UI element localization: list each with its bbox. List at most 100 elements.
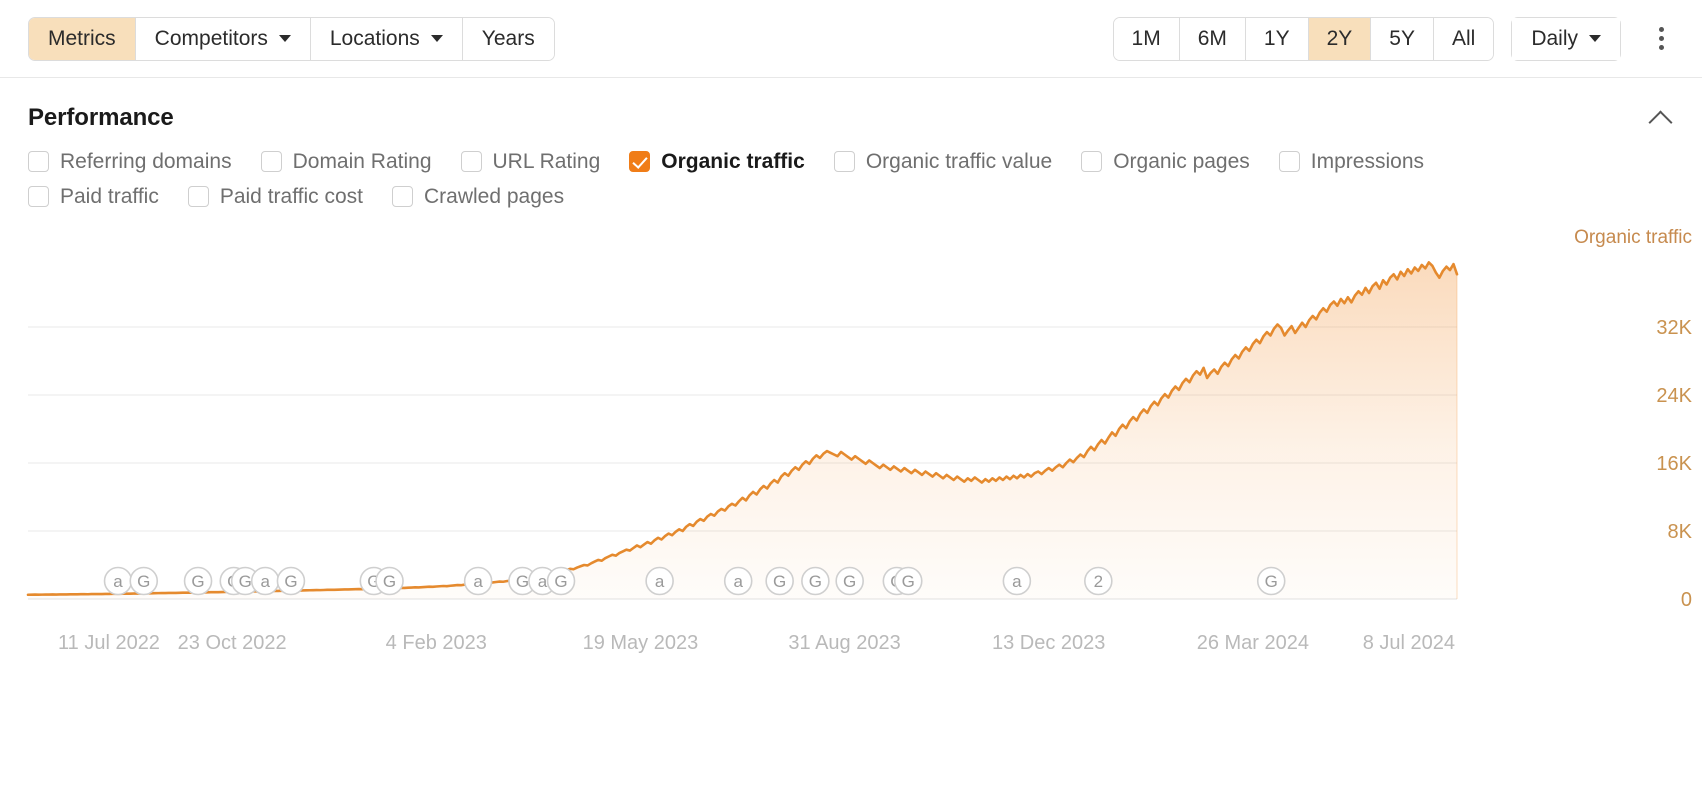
kebab-dot [1659,27,1664,32]
metric-toggle-organic-pages[interactable]: Organic pages [1081,151,1250,172]
metric-label: Organic pages [1113,151,1250,172]
chart-axis-title: Organic traffic [1574,227,1692,248]
event-marker-G[interactable]: G [548,568,575,595]
range-label: 6M [1198,28,1227,49]
tab-label: Locations [330,28,420,49]
checkbox-icon[interactable] [188,186,209,207]
metric-toggle-referring-domains[interactable]: Referring domains [28,151,232,172]
event-marker-glyph: G [239,572,252,591]
event-marker-glyph: 2 [1094,572,1103,591]
metric-label: Domain Rating [293,151,432,172]
event-marker-glyph: G [554,572,567,591]
range-label: 1M [1132,28,1161,49]
metric-toggles: Referring domains Domain Rating URL Rating… [0,132,1702,207]
event-marker-a[interactable]: a [105,568,132,595]
event-marker-G[interactable]: G [277,568,304,595]
event-marker-glyph: G [1265,572,1278,591]
range-label: 5Y [1389,28,1415,49]
event-marker-glyph: a [260,572,270,591]
range-all[interactable]: All [1434,18,1493,60]
event-marker-G[interactable]: G [376,568,403,595]
event-marker-G[interactable]: G [802,568,829,595]
range-label: All [1452,28,1475,49]
range-label: 2Y [1327,28,1353,49]
metric-toggle-crawled-pages[interactable]: Crawled pages [392,186,564,207]
event-marker-a[interactable]: a [465,568,492,595]
event-marker-G[interactable]: G [130,568,157,595]
event-marker-G[interactable]: G [895,568,922,595]
metric-toggle-domain-rating[interactable]: Domain Rating [261,151,432,172]
event-marker-a[interactable]: a [252,568,279,595]
checkbox-icon[interactable] [28,151,49,172]
x-axis-tick-label: 13 Dec 2023 [992,632,1105,654]
chevron-up-icon[interactable] [1650,107,1672,129]
event-marker-G[interactable]: G [1258,568,1285,595]
toolbar-right-controls: 1M 6M 1Y 2Y 5Y All Daily [1113,17,1678,61]
kebab-dot [1659,36,1664,41]
granularity-button[interactable]: Daily [1512,18,1620,60]
chevron-down-icon [431,35,443,42]
event-marker-glyph: G [284,572,297,591]
range-6m[interactable]: 6M [1180,18,1246,60]
event-marker-2[interactable]: 2 [1085,568,1112,595]
tab-metrics[interactable]: Metrics [29,18,136,60]
event-marker-a[interactable]: a [725,568,752,595]
tab-locations[interactable]: Locations [311,18,463,60]
x-axis-tick-label: 8 Jul 2024 [1363,632,1455,654]
event-marker-glyph: G [191,572,204,591]
checkbox-icon[interactable] [28,186,49,207]
checkbox-icon[interactable] [461,151,482,172]
event-marker-G[interactable]: G [836,568,863,595]
tab-label: Years [482,28,535,49]
series-area-fill [28,262,1457,599]
x-axis-tick-label: 19 May 2023 [583,632,699,654]
event-marker-G[interactable]: G [766,568,793,595]
checkbox-icon[interactable] [261,151,282,172]
metric-toggle-paid-traffic[interactable]: Paid traffic [28,186,159,207]
metric-toggle-impressions[interactable]: Impressions [1279,151,1424,172]
metric-label: Paid traffic [60,186,159,207]
x-axis-tick-label: 26 Mar 2024 [1197,632,1309,654]
range-label: 1Y [1264,28,1290,49]
range-1m[interactable]: 1M [1114,18,1180,60]
metric-row-2: Paid traffic Paid traffic cost Crawled pag… [28,186,1674,207]
y-axis-tick-label: 0 [1681,589,1692,611]
event-marker-a[interactable]: a [1003,568,1030,595]
checkbox-icon[interactable] [834,151,855,172]
metric-row-1: Referring domains Domain Rating URL Rating… [28,151,1674,172]
event-marker-a[interactable]: a [646,568,673,595]
organic-traffic-area-chart[interactable]: Organic traffic08K16K24K32K11 Jul 202223… [0,221,1702,661]
checkbox-icon[interactable] [1279,151,1300,172]
metric-label: Referring domains [60,151,232,172]
granularity-label: Daily [1531,28,1578,49]
metric-label: Impressions [1311,151,1424,172]
range-1y[interactable]: 1Y [1246,18,1309,60]
page-title: Performance [28,104,174,132]
tab-label: Competitors [155,28,268,49]
checkbox-icon[interactable] [1081,151,1102,172]
event-marker-glyph: a [113,572,123,591]
event-marker-G[interactable]: G [185,568,212,595]
chevron-down-icon [1589,35,1601,42]
checkbox-checked-icon[interactable] [629,151,650,172]
metric-toggle-url-rating[interactable]: URL Rating [461,151,601,172]
performance-chart[interactable]: Organic traffic08K16K24K32K11 Jul 202223… [0,221,1702,661]
event-marker-glyph: G [516,572,529,591]
range-2y[interactable]: 2Y [1309,18,1372,60]
metric-toggle-organic-traffic[interactable]: Organic traffic [629,151,805,172]
range-5y[interactable]: 5Y [1371,18,1434,60]
metric-toggle-paid-traffic-cost[interactable]: Paid traffic cost [188,186,363,207]
more-options-button[interactable] [1644,19,1678,59]
x-axis-tick-label: 23 Oct 2022 [178,632,287,654]
y-axis-tick-label: 16K [1656,453,1692,475]
metric-toggle-organic-traffic-value[interactable]: Organic traffic value [834,151,1052,172]
metric-label: URL Rating [493,151,601,172]
event-marker-glyph: G [137,572,150,591]
tab-competitors[interactable]: Competitors [136,18,311,60]
metric-label: Organic traffic value [866,151,1052,172]
kebab-dot [1659,45,1664,50]
granularity-dropdown[interactable]: Daily [1511,17,1621,61]
event-marker-glyph: a [538,572,548,591]
checkbox-icon[interactable] [392,186,413,207]
tab-years[interactable]: Years [463,18,554,60]
